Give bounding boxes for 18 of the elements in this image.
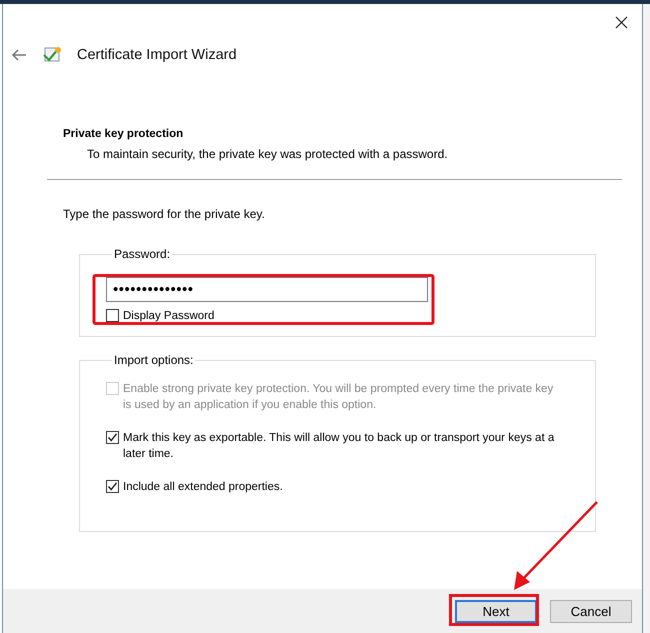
checkbox-label: Enable strong private key protection. You will be prompted every time the private key is used by an application if you enable this option. (123, 382, 554, 413)
checkbox[interactable] (106, 431, 119, 444)
close-icon[interactable] (615, 16, 628, 28)
group-label: Password: (113, 247, 172, 261)
back-arrow-icon[interactable] (11, 49, 27, 61)
checkbox[interactable] (106, 309, 119, 322)
checkbox-label: Display Password (123, 309, 214, 324)
checkbox[interactable] (106, 480, 119, 493)
checkbox-label: Include all extended properties. (123, 480, 283, 495)
password-field[interactable]: •••••••••••••• (106, 277, 428, 302)
page-heading: Private key protection (62, 128, 184, 140)
page-description: To maintain security, the private key was protected with a password. (86, 147, 449, 161)
group-label: Import options: (113, 353, 194, 367)
dialog-button[interactable]: Cancel (550, 600, 632, 622)
window-title: Certificate Import Wizard (77, 47, 237, 63)
checkbox-label: Mark this key as exportable. This will allow you to back up or transport your keys at a later time. (123, 431, 555, 462)
dialog-button[interactable]: Next (455, 600, 537, 622)
instruction-text: Type the password for the private key. (63, 207, 266, 221)
